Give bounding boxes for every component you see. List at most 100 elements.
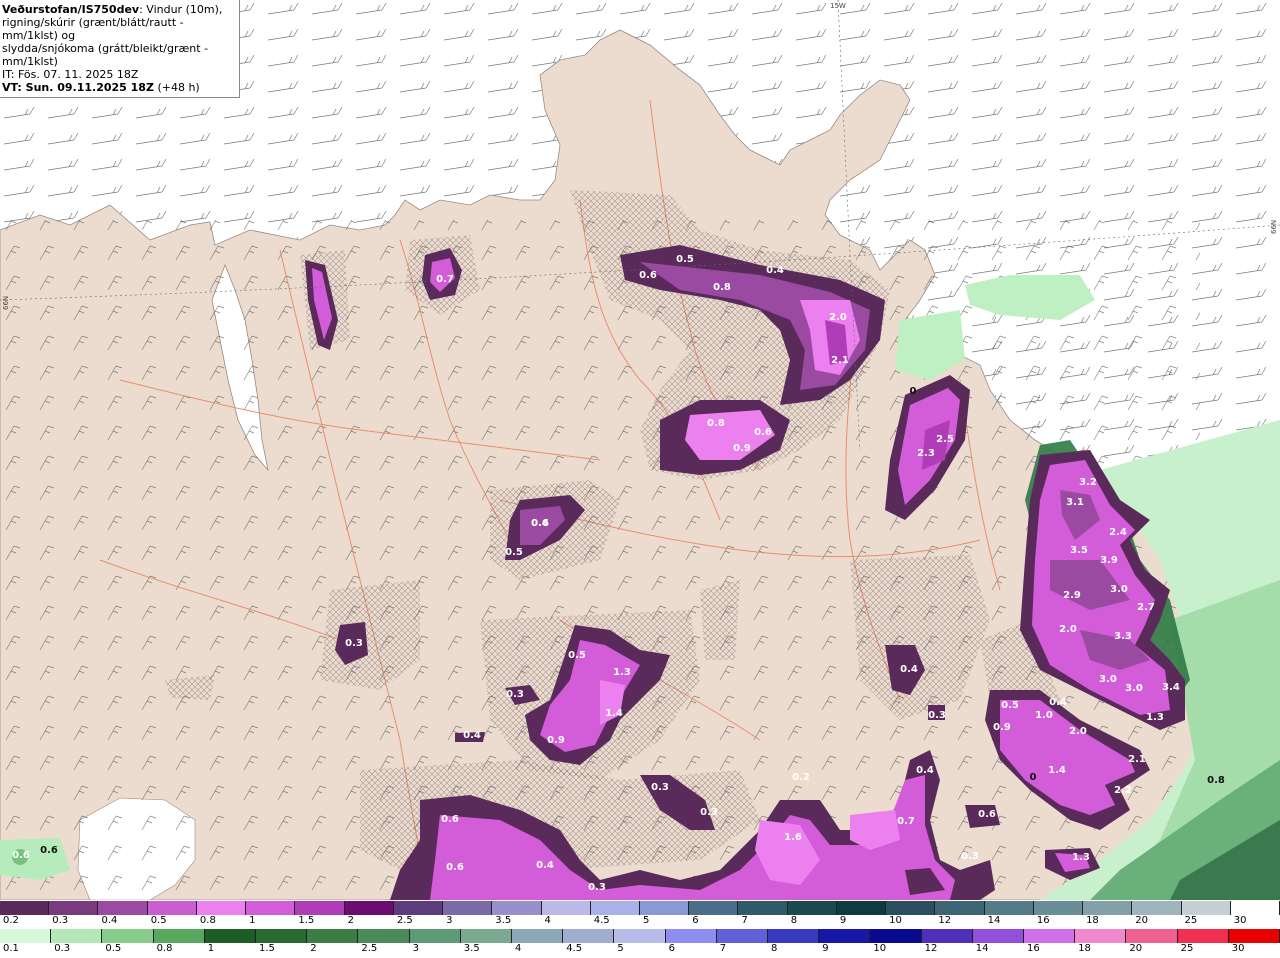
legend-label: 3.5 <box>463 943 480 954</box>
legend-label: 0.3 <box>52 915 69 926</box>
precip-value-label: 1.3 <box>1072 852 1090 863</box>
precip-value-label: 0.8 <box>1207 775 1225 786</box>
precip-value-label: 0.9 <box>993 722 1011 733</box>
precip-value-label: 0.6 <box>441 814 459 825</box>
legend-label: 1.5 <box>259 943 275 954</box>
precip-value-label: 0.6 <box>978 809 996 820</box>
legend-label: 4.5 <box>593 915 610 926</box>
legend-swatch <box>102 929 154 943</box>
rain-color-legend <box>0 929 1280 943</box>
legend-label: 5 <box>617 943 624 954</box>
precip-value-label: 0.2 <box>792 772 810 783</box>
legend-label: 9 <box>839 915 847 926</box>
precip-value-label: 0.6 <box>754 427 772 438</box>
precip-value-label: 0.3 <box>651 782 669 793</box>
legend-swatch <box>307 929 359 943</box>
legend-swatch <box>984 901 1034 915</box>
legend-swatch <box>1024 929 1076 943</box>
legend-label: 16 <box>1027 943 1040 954</box>
valid-time: VT: Sun. 09.11.2025 18Z <box>2 81 154 94</box>
legend-swatch <box>344 901 394 915</box>
legend-label: 5 <box>643 915 650 926</box>
precip-value-label: 0.4 <box>1049 697 1067 708</box>
precip-value-label: 0.4 <box>916 765 934 776</box>
precip-value-label: 3.9 <box>1100 555 1118 566</box>
precip-value-label: 2.7 <box>1137 602 1155 613</box>
precip-value-label: 0.6 <box>639 270 657 281</box>
legend-swatch <box>409 929 461 943</box>
legend-label: 4.5 <box>566 943 583 954</box>
legend-label: 3 <box>412 943 419 954</box>
precip-value-label: 0.7 <box>436 274 454 285</box>
precip-value-label: 0.5 <box>1001 700 1019 711</box>
legend-swatch <box>614 929 666 943</box>
precip-value-label: 0.3 <box>588 882 606 893</box>
snow-legend-labels: 0.2 0.3 0.4 0.5 0.8 1 1.5 2 2.5 3 3.5 4 4.5 5 6 7 8 9 10 12… <box>0 915 1280 929</box>
precip-value-label: 0.3 <box>506 689 524 700</box>
legend-label: 25 <box>1184 915 1198 926</box>
legend-label: 0.4 <box>101 915 118 926</box>
precip-value-label: 0.6 <box>12 850 30 861</box>
legend-swatch <box>460 929 512 943</box>
legend-swatch <box>541 901 591 915</box>
precip-value-label: 1.3 <box>613 667 631 678</box>
legend-swatch <box>921 929 973 943</box>
legend-swatch <box>1075 929 1127 943</box>
precip-value-label: 1.0 <box>1035 710 1053 721</box>
legend-swatch <box>640 901 690 915</box>
precip-value-label: 0.4 <box>900 664 918 675</box>
precip-value-label: 0.4 <box>766 265 784 276</box>
legend-label: 2.5 <box>361 943 378 954</box>
precip-value-label: 0.3 <box>345 638 363 649</box>
legend-label: 14 <box>987 915 1001 926</box>
precip-value-label: 0.9 <box>733 443 751 454</box>
precip-value-label: 3.3 <box>1114 631 1132 642</box>
valid-time-line: VT: Sun. 09.11.2025 18Z (+48 h) <box>2 81 236 94</box>
weather-map: 15W 66N 66N 0.50.40.60.82.02.10.80.60.90… <box>0 0 1280 900</box>
legend-label: 12 <box>924 943 938 954</box>
legend-label: 9 <box>822 943 829 954</box>
precip-value-label: 3.1 <box>1066 497 1084 508</box>
precip-value-label: 0.9 <box>547 735 565 746</box>
lat-label-right: 66N <box>1270 220 1278 234</box>
legend-label: 6 <box>668 943 675 954</box>
legend-swatch <box>256 929 308 943</box>
legend-swatch <box>153 929 205 943</box>
legend-label: 18 <box>1086 915 1099 926</box>
legend-swatch <box>1228 929 1280 943</box>
title-line-1: Veðurstofan/IS750dev: Vindur (10m), <box>2 3 236 16</box>
title-desc: : Vindur (10m), <box>139 3 223 16</box>
map-title-box: Veðurstofan/IS750dev: Vindur (10m), rign… <box>0 0 240 98</box>
legend-swatch <box>512 929 564 943</box>
legend-swatch <box>738 901 788 915</box>
legend-label: 8 <box>790 915 798 926</box>
legend-label: 2.5 <box>396 915 413 926</box>
lat-label-left: 66N <box>2 296 10 310</box>
precip-value-label: 0.3 <box>961 851 979 862</box>
legend-swatch <box>295 901 345 915</box>
legend-label: 20 <box>1129 943 1143 954</box>
precip-value-label: 0.6 <box>446 862 464 873</box>
precip-value-label: 0.6 <box>40 845 58 856</box>
legend-label: 7 <box>741 915 748 926</box>
legend-swatch <box>147 901 197 915</box>
precip-value-label: 3.4 <box>1162 682 1180 693</box>
legend-swatch <box>51 929 103 943</box>
legend-label: 0.3 <box>54 943 71 954</box>
legend-label: 0.1 <box>3 943 19 954</box>
legend-swatch <box>1083 901 1133 915</box>
legend-swatch <box>1132 901 1182 915</box>
precip-value-label: 2.0 <box>1059 624 1077 635</box>
legend-swatch <box>972 929 1024 943</box>
precip-value-label: 0.5 <box>505 547 523 558</box>
precip-value-label: 0.4 <box>536 860 554 871</box>
legend-label: 30 <box>1233 915 1247 926</box>
precip-value-label: 0.3 <box>928 710 946 721</box>
legend-label: 4 <box>515 943 522 954</box>
legend-label: 1.5 <box>298 915 315 926</box>
legend-swatch <box>196 901 247 915</box>
precip-value-label: 2.1 <box>831 355 849 366</box>
precip-value-label: 2.2 <box>1114 785 1132 796</box>
legend-swatch <box>886 901 936 915</box>
precip-value-label: 3.2 <box>1079 477 1097 488</box>
